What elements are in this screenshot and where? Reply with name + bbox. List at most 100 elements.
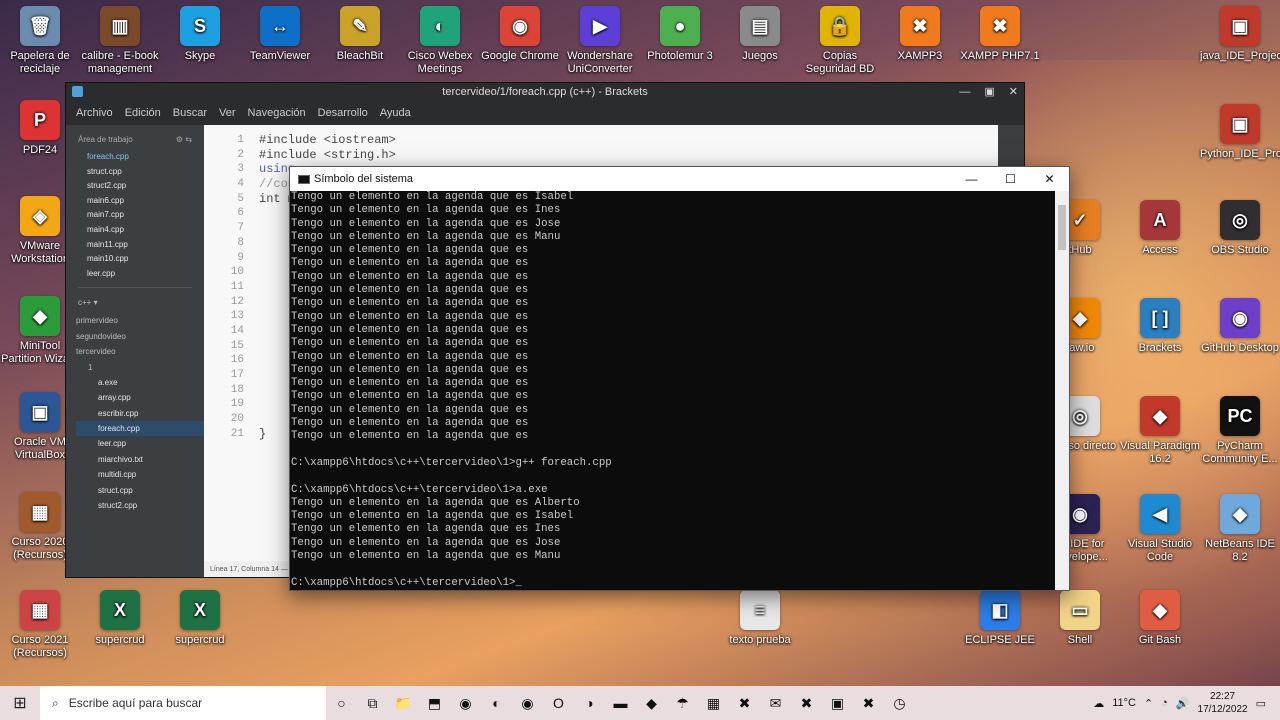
taskbar-app-1-icon[interactable]: ⬒ xyxy=(419,695,450,712)
working-file[interactable]: main10.cpp xyxy=(66,252,204,267)
taskbar-app-11-icon[interactable]: ✖ xyxy=(729,695,760,712)
desktop-icon-bottom0[interactable]: Xsupercrud xyxy=(80,590,160,647)
menu-5[interactable]: Desarrollo xyxy=(318,107,368,119)
tree-folder[interactable]: primervideo xyxy=(76,313,204,328)
desktop-icon-bottom4[interactable]: ▭ Shell xyxy=(1040,590,1120,647)
working-file[interactable]: struct2.cpp xyxy=(66,179,204,194)
working-file[interactable]: leer.cpp xyxy=(66,267,204,282)
taskbar-search[interactable]: ⌕ Escribe aquí para buscar xyxy=(40,686,326,720)
menu-0[interactable]: Archivo xyxy=(76,107,113,119)
close-icon[interactable]: ✕ xyxy=(1009,83,1018,101)
taskbar-app-14-icon[interactable]: ▣ xyxy=(822,695,853,712)
taskbar-app-16-icon[interactable]: ◷ xyxy=(884,695,915,712)
taskbar-app-15-icon[interactable]: ✖ xyxy=(853,695,884,712)
desktop-icon-top3[interactable]: ↔ TeamViewer xyxy=(240,6,320,63)
desktop-icon-bottom1[interactable]: Xsupercrud xyxy=(160,590,240,647)
taskbar-app-3-icon[interactable]: ◐ xyxy=(481,695,512,712)
tree-file[interactable]: leer.cpp xyxy=(76,436,204,451)
desktop-icon-top1[interactable]: ▥ calibre - E-book management xyxy=(80,6,160,76)
maximize-icon[interactable]: ☐ xyxy=(991,167,1030,191)
desktop-icon-top4[interactable]: ✎ BleachBit xyxy=(320,6,400,63)
desktop-icon-top9[interactable]: ▤ Juegos xyxy=(720,6,800,63)
tree-file[interactable]: a.exe xyxy=(76,375,204,390)
task-view-icon[interactable]: ⧉ xyxy=(357,695,388,712)
taskbar-app-5-icon[interactable]: O xyxy=(543,695,574,712)
menu-3[interactable]: Ver xyxy=(219,107,236,119)
desktop-icon-top10[interactable]: 🔒 Copias Seguridad BD xyxy=(800,6,880,76)
desktop-icon-left5[interactable]: ▦ Curso 2021 (Recursos) xyxy=(0,590,80,660)
taskbar-app-2-icon[interactable]: ◉ xyxy=(450,695,481,712)
taskbar-app-8-icon[interactable]: ◆ xyxy=(636,695,667,712)
cmd-titlebar[interactable]: Símbolo del sistema — ☐ ✕ xyxy=(290,167,1069,191)
taskbar-app-4-icon[interactable]: ◉ xyxy=(512,695,543,712)
desktop-icon-top7[interactable]: ▶ Wondershare UniConverter xyxy=(560,6,640,76)
desktop-icon-top6[interactable]: ◉ Google Chrome xyxy=(480,6,560,63)
volume-icon[interactable]: 🔊 xyxy=(1176,697,1190,710)
minimize-icon[interactable]: — xyxy=(959,83,970,101)
menu-6[interactable]: Ayuda xyxy=(380,107,411,119)
desktop-icon-top2[interactable]: S Skype xyxy=(160,6,240,63)
desktop-icon-right3[interactable]: ◎ OBS Studio xyxy=(1200,200,1280,257)
working-file[interactable]: foreach.cpp xyxy=(66,150,204,165)
desktop-icon-bottom3[interactable]: ◧ ECLIPSE JEE xyxy=(960,590,1040,647)
desktop-icon-right7[interactable]: PC PyCharm Community E... xyxy=(1200,396,1280,466)
tree-file[interactable]: foreach.cpp xyxy=(76,421,204,437)
desktop-icon-top0[interactable]: 🗑 Papelera de reciclaje xyxy=(0,6,80,76)
minimize-icon[interactable]: — xyxy=(952,167,991,191)
tree-file[interactable]: struct.cpp xyxy=(76,483,204,498)
brackets-titlebar[interactable]: tercervideo/1/foreach.cpp (c++) - Bracke… xyxy=(66,83,1024,101)
desktop-icon-right0[interactable]: ▣ java_IDE_Projects xyxy=(1200,6,1280,63)
desktop-icon-right6[interactable]: ◆ Visual Paradigm 16.2 xyxy=(1120,396,1200,466)
taskbar-app-10-icon[interactable]: ▦ xyxy=(698,695,729,712)
maximize-icon[interactable]: ▣ xyxy=(984,83,994,101)
tree-subfolder[interactable]: 1 xyxy=(76,360,204,375)
working-file[interactable]: main6.cpp xyxy=(66,194,204,209)
tree-file[interactable]: multidi.cpp xyxy=(76,467,204,482)
tree-file[interactable]: miarchivo.txt xyxy=(76,452,204,467)
menu-1[interactable]: Edición xyxy=(125,107,161,119)
tree-file[interactable]: array.cpp xyxy=(76,390,204,405)
taskbar-app-12-icon[interactable]: ✉ xyxy=(760,695,791,712)
desktop-icon-right2[interactable]: A Access xyxy=(1120,200,1200,257)
cmd-scrollbar[interactable] xyxy=(1055,191,1069,590)
chevron-up-icon[interactable]: ⌃ xyxy=(1144,697,1153,710)
menu-2[interactable]: Buscar xyxy=(173,107,207,119)
taskbar-app-9-icon[interactable]: ☂ xyxy=(667,695,698,712)
desktop-icon-right4[interactable]: [ ] Brackets xyxy=(1120,298,1200,355)
weather-temp[interactable]: 11°C xyxy=(1112,697,1136,709)
close-icon[interactable]: ✕ xyxy=(1030,167,1069,191)
cortana-icon[interactable]: ○ xyxy=(326,695,357,711)
working-file[interactable]: main11.cpp xyxy=(66,238,204,253)
tree-folder[interactable]: segundovideo xyxy=(76,329,204,344)
notification-icon[interactable]: ▭ xyxy=(1256,697,1266,710)
weather-icon[interactable]: ☁ xyxy=(1093,697,1104,710)
tree-file[interactable]: escribir.cpp xyxy=(76,406,204,421)
windows-start-icon[interactable]: ⊞ xyxy=(0,693,40,713)
desktop-icon-top8[interactable]: ● Photolemur 3 xyxy=(640,6,720,63)
working-file[interactable]: struct.cpp xyxy=(66,165,204,180)
clock[interactable]: 22:27 17/12/2022 xyxy=(1198,690,1248,716)
desktop-icon-top11[interactable]: ✖ XAMPP3 xyxy=(880,6,960,63)
project-dropdown[interactable]: c++ ▾ xyxy=(66,294,204,313)
tree-folder[interactable]: tercervideo xyxy=(76,344,204,359)
tree-file[interactable]: struct2.cpp xyxy=(76,498,204,513)
desktop-icon-top5[interactable]: ◐ Cisco Webex Meetings xyxy=(400,6,480,76)
cmd-window[interactable]: Símbolo del sistema — ☐ ✕ Tengo un eleme… xyxy=(289,166,1070,591)
cmd-output[interactable]: Tengo un elemento en la agenda que es Is… xyxy=(291,191,1055,590)
desktop-icon-bottom5[interactable]: ◆ Git Bash xyxy=(1120,590,1200,647)
desktop-icon-right5[interactable]: ◉ GitHub Desktop xyxy=(1200,298,1280,355)
taskbar-app-6-icon[interactable]: ◑ xyxy=(574,695,605,712)
desktop-icon-right1[interactable]: ▣ Python_IDE_Pro... xyxy=(1200,104,1280,161)
wifi-icon[interactable]: ◔ xyxy=(1161,697,1168,709)
taskbar-app-0-icon[interactable]: 📁 xyxy=(388,695,419,712)
menu-4[interactable]: Navegación xyxy=(248,107,306,119)
working-file[interactable]: main7.cpp xyxy=(66,208,204,223)
desktop-icon-right8[interactable]: ◀ Visual Studio Code xyxy=(1120,494,1200,564)
taskbar-app-13-icon[interactable]: ✖ xyxy=(791,695,822,712)
desktop-icon-top12[interactable]: ✖ XAMPP PHP7.1 xyxy=(960,6,1040,63)
gear-icon[interactable]: ⚙ ⇆ xyxy=(176,135,192,144)
desktop-icon-right9[interactable]: ◆ NetBeans IDE 8.2 xyxy=(1200,494,1280,564)
desktop-icon-bottom2[interactable]: ≡ texto prueba xyxy=(720,590,800,647)
taskbar-app-7-icon[interactable]: ▬ xyxy=(605,695,636,712)
working-file[interactable]: main4.cpp xyxy=(66,223,204,238)
